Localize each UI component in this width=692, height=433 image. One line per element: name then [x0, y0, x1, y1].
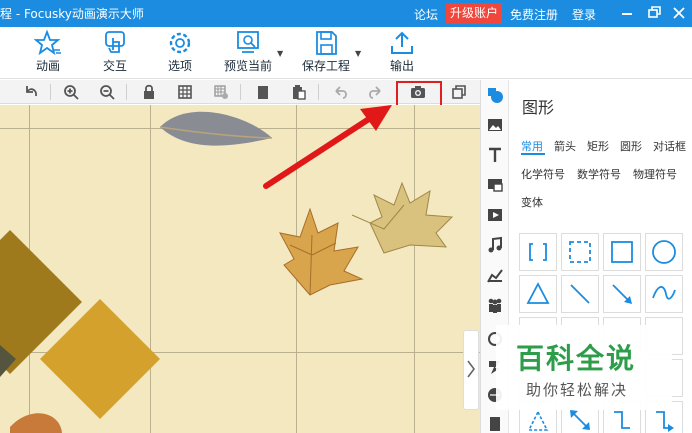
video-icon[interactable] [486, 206, 504, 224]
category-arrow-tab[interactable]: 箭头 [554, 138, 576, 154]
grid-icon[interactable] [176, 83, 194, 101]
shape-circle[interactable] [645, 233, 683, 271]
shape-brackets[interactable] [519, 233, 557, 271]
category-variant-tab[interactable]: 变体 [521, 194, 543, 210]
zoom-out-icon[interactable] [98, 83, 116, 101]
people-icon[interactable] [486, 296, 504, 314]
save-dropdown-icon[interactable]: ▼ [355, 49, 361, 58]
category-dialog-tab[interactable]: 对话框 [653, 138, 686, 154]
arrow-line-icon [612, 284, 632, 304]
watermark-main-text: 百科全说 [516, 342, 637, 375]
animation-label: 动画 [35, 59, 60, 73]
star-animation-icon [34, 30, 61, 56]
separator [240, 84, 241, 100]
shape-square[interactable] [603, 233, 641, 271]
zoom-in-icon[interactable] [62, 83, 80, 101]
save-project-button[interactable]: 保存工程 [298, 27, 354, 79]
undo-rotate-icon[interactable] [22, 83, 40, 101]
orange-leaf [10, 413, 62, 433]
active-tab-underline [521, 153, 545, 155]
chevron-right-icon [467, 360, 475, 378]
music-icon[interactable] [486, 236, 504, 254]
preview-current-button[interactable]: 预览当前 [220, 27, 276, 79]
animation-button[interactable]: 动画 [28, 27, 68, 79]
shape-curve[interactable] [645, 275, 683, 313]
save-project-label: 保存工程 [301, 59, 350, 73]
watermark: 百科全说 助你轻松解决 [496, 325, 672, 410]
export-label: 输出 [389, 59, 414, 73]
camera-highlight-box [396, 81, 442, 107]
square-icon [611, 241, 633, 263]
slide-canvas[interactable] [0, 105, 480, 433]
register-link[interactable]: 免费注册 [510, 6, 558, 23]
category-math-tab[interactable]: 数学符号 [577, 166, 621, 182]
circle-icon [652, 240, 676, 264]
category-rect-tab[interactable]: 矩形 [587, 138, 609, 154]
app-window: 程 - Focusky动画演示大师 论坛 升级账户 免费注册 登录 动画 交互 … [0, 0, 692, 433]
restore-button[interactable] [643, 3, 665, 23]
gear-icon [169, 32, 191, 54]
copy-icon[interactable] [254, 83, 272, 101]
triangle-icon [526, 282, 550, 304]
undo-icon[interactable] [332, 83, 350, 101]
title-bar: 程 - Focusky动画演示大师 论坛 升级账户 免费注册 登录 [0, 0, 692, 27]
line-icon [570, 284, 590, 304]
window-title: 程 - Focusky动画演示大师 [0, 7, 144, 21]
separator [50, 84, 51, 100]
panel-collapse-handle[interactable] [463, 330, 479, 410]
panel-title: 图形 [522, 98, 555, 117]
shape-arrow-line[interactable] [603, 275, 641, 313]
canvas-graphics [0, 105, 454, 433]
options-label: 选项 [167, 59, 192, 73]
shape-icon[interactable] [486, 86, 504, 104]
login-link[interactable]: 登录 [572, 6, 596, 23]
interaction-label: 交互 [102, 59, 127, 73]
category-physics-tab[interactable]: 物理符号 [633, 166, 677, 182]
shape-triangle[interactable] [519, 275, 557, 313]
frame-icon[interactable] [450, 83, 468, 101]
separator [126, 84, 127, 100]
hand-pointer-icon [105, 31, 125, 53]
minimize-button[interactable] [616, 3, 638, 23]
options-button[interactable]: 选项 [160, 27, 200, 79]
preview-icon [237, 31, 259, 53]
restore-icon [648, 6, 661, 18]
forum-link[interactable]: 论坛 [414, 6, 438, 23]
export-button[interactable]: 输出 [382, 27, 422, 79]
curve-icon [652, 286, 676, 300]
preview-current-label: 预览当前 [223, 59, 272, 73]
maple-leaf [279, 207, 364, 296]
separator [318, 84, 319, 100]
category-common-tab[interactable]: 常用 [521, 138, 543, 154]
upgrade-account-button[interactable]: 升级账户 [446, 3, 502, 24]
dashed-square-icon [569, 241, 591, 263]
shape-line[interactable] [561, 275, 599, 313]
shape-dashed-square[interactable] [561, 233, 599, 271]
minimize-icon [622, 13, 632, 15]
close-icon [673, 7, 685, 19]
grid-settings-icon[interactable] [212, 83, 230, 101]
watermark-sub-text: 助你轻松解决 [526, 381, 629, 399]
brackets-icon [529, 243, 547, 261]
upload-icon [391, 31, 413, 54]
lock-icon[interactable] [140, 83, 158, 101]
main-toolbar: 动画 交互 选项 预览当前 ▼ 保存工程 ▼ 输出 [0, 27, 692, 79]
preview-dropdown-icon[interactable]: ▼ [277, 49, 283, 58]
save-icon [316, 31, 337, 55]
bookmark-icon[interactable] [486, 414, 504, 432]
grey-leaf [159, 111, 273, 146]
text-icon[interactable] [486, 146, 504, 164]
category-circle-tab[interactable]: 圆形 [620, 138, 642, 154]
close-button[interactable] [668, 3, 690, 23]
red-arrow [263, 105, 392, 189]
redo-icon[interactable] [366, 83, 384, 101]
media-icon[interactable] [486, 176, 504, 194]
paste-icon[interactable] [290, 83, 308, 101]
interaction-button[interactable]: 交互 [95, 27, 135, 79]
category-chemistry-tab[interactable]: 化学符号 [521, 166, 565, 182]
chart-icon[interactable] [486, 266, 504, 284]
maple-leaf [351, 181, 454, 254]
image-icon[interactable] [486, 116, 504, 134]
